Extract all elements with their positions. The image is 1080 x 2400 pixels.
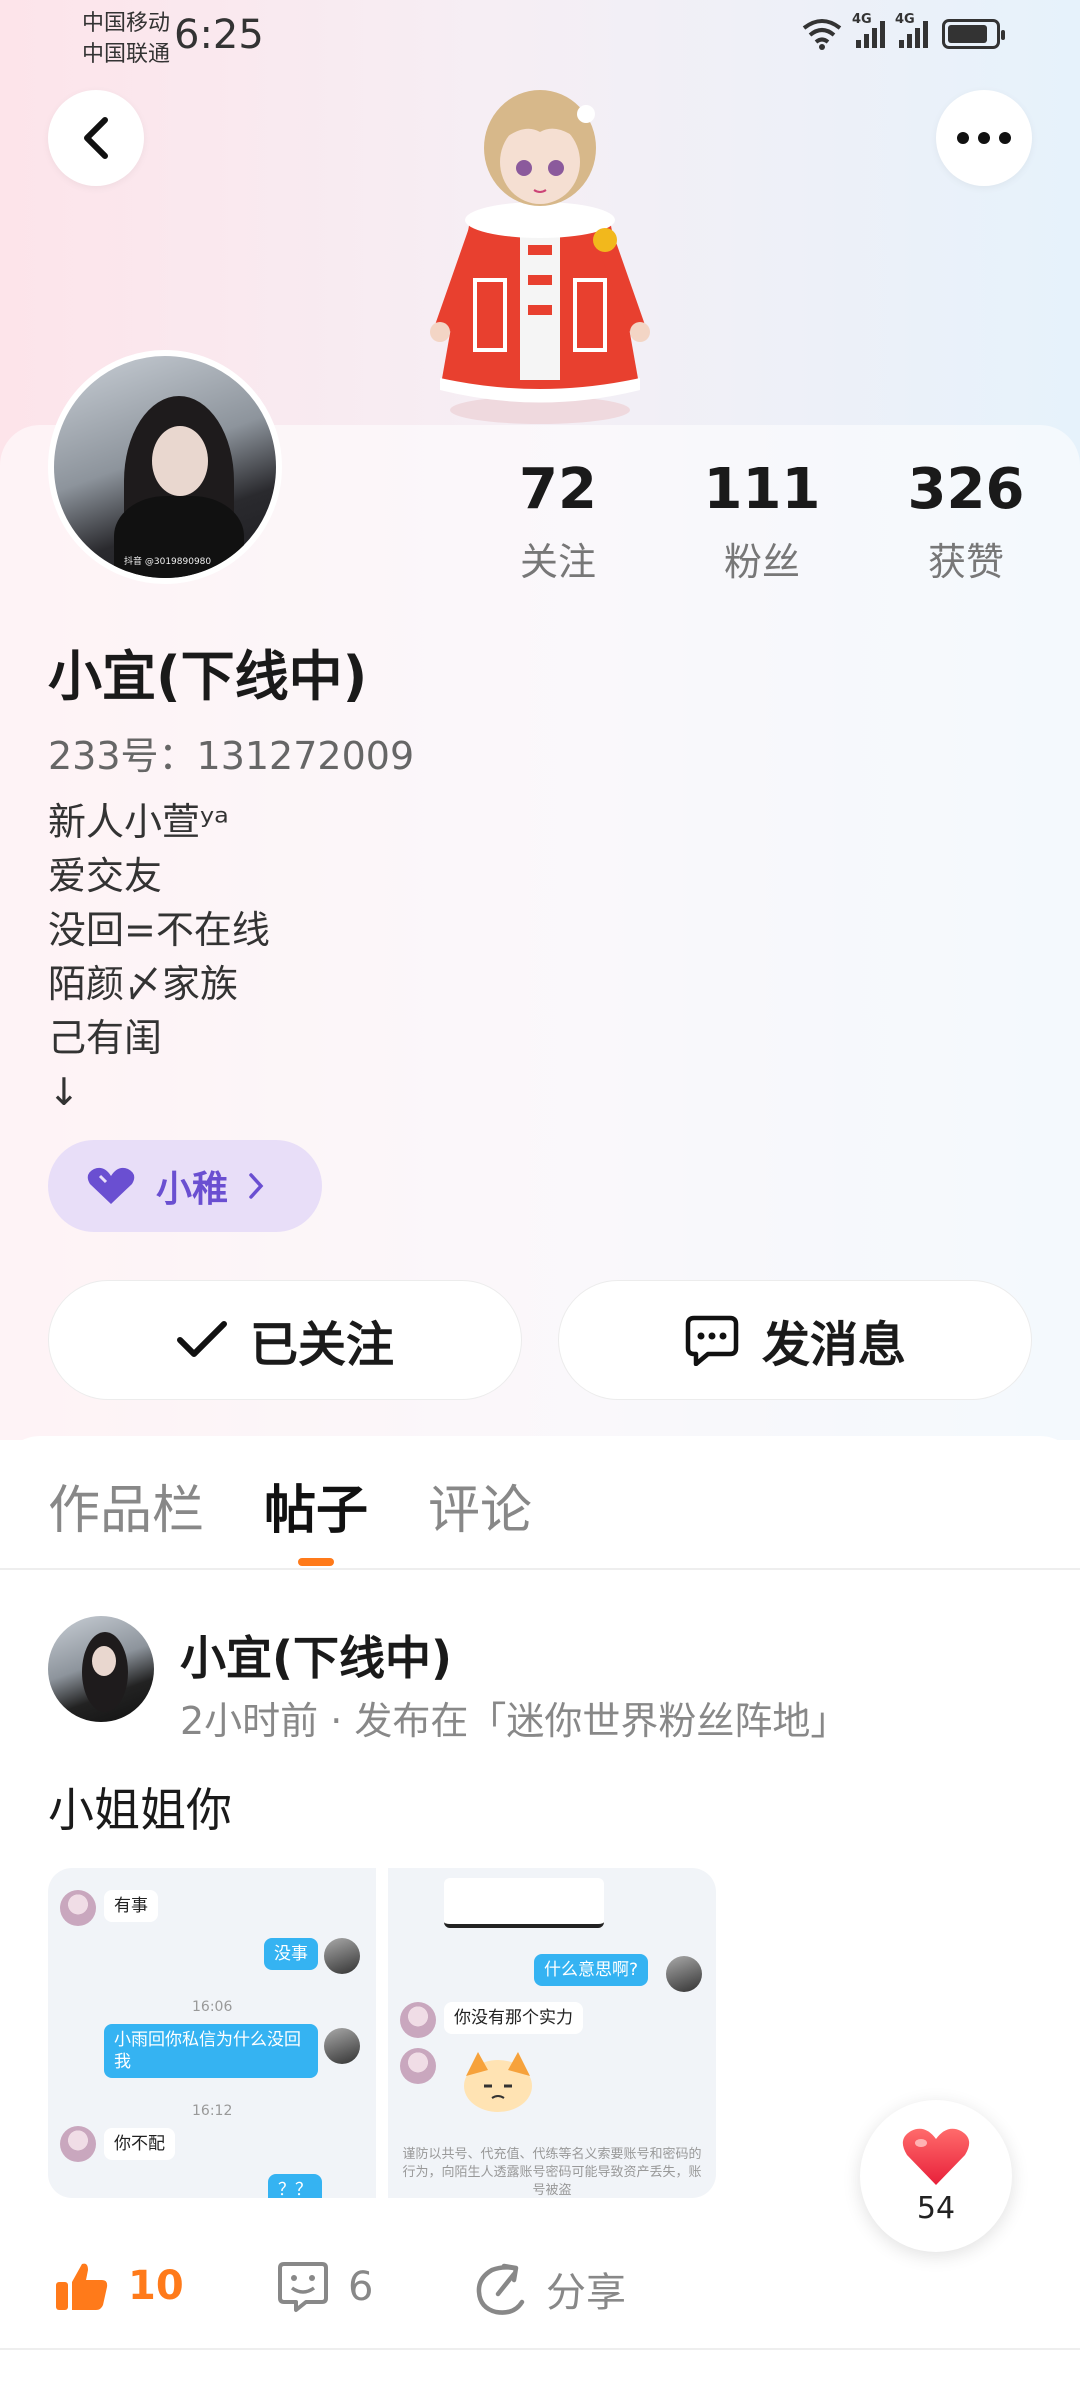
post-actions: 10 6 分享 xyxy=(0,2242,1080,2342)
floating-like-button[interactable]: 54 xyxy=(860,2100,1012,2252)
relationship-tag[interactable]: 小稚 xyxy=(48,1140,322,1232)
character-avatar-image[interactable] xyxy=(400,70,680,430)
followed-button[interactable]: 已关注 xyxy=(48,1280,522,1400)
tab-works[interactable]: 作品栏 xyxy=(48,1468,204,1543)
share-button[interactable]: 分享 xyxy=(474,2260,626,2318)
thumbs-up-icon xyxy=(56,2263,108,2310)
profile-uid: 233号：131272009 xyxy=(48,734,415,778)
stat-likes[interactable]: 326 获赞 xyxy=(886,455,1046,586)
like-button[interactable]: 10 xyxy=(54,2260,184,2312)
like-count: 10 xyxy=(128,2263,184,2309)
stat-following[interactable]: 72 关注 xyxy=(478,455,638,586)
content-tabs: 作品栏 帖子 评论 xyxy=(0,1436,1080,1570)
chat-msg: 什么意思啊? xyxy=(534,1954,649,1986)
tab-posts[interactable]: 帖子 xyxy=(264,1468,368,1543)
sticker-image xyxy=(464,2052,532,2112)
chat-time: 16:12 xyxy=(192,2103,233,2119)
carrier-1: 中国移动 xyxy=(82,11,171,36)
post-author-avatar[interactable] xyxy=(48,1616,154,1722)
heart-icon xyxy=(87,1167,135,1204)
post-author-name[interactable]: 小宜(下线中) xyxy=(180,1622,452,1688)
heart-icon xyxy=(902,2128,970,2185)
chevron-left-icon xyxy=(84,117,108,159)
relationship-tag-label: 小稚 xyxy=(156,1169,229,1210)
chat-msg: 你没有那个实力 xyxy=(444,2002,583,2034)
following-label: 关注 xyxy=(519,540,596,584)
chat-msg: 小雨回你私信为什么没回我 xyxy=(104,2024,318,2078)
post-image-2[interactable]: 什么意思啊? 你没有那个实力 谨防以共号、代充值、代练等名义索要账号和密码的行为… xyxy=(388,1868,716,2198)
more-button[interactable] xyxy=(936,90,1032,186)
following-count: 72 xyxy=(519,457,597,522)
chat-msg: 有事 xyxy=(104,1890,158,1922)
tab-comments[interactable]: 评论 xyxy=(428,1468,532,1543)
followers-count: 111 xyxy=(703,457,821,522)
send-message-label: 发消息 xyxy=(761,1317,906,1373)
status-bar: 中国移动 中国联通 6:25 4G 4G xyxy=(0,0,1080,80)
avatar-watermark: 抖音 @3019890980 xyxy=(124,557,212,567)
post-image-1[interactable]: 有事 没事 16:06 小雨回你私信为什么没回我 16:12 你不配 ？？ xyxy=(48,1868,376,2198)
post-image-grid: 有事 没事 16:06 小雨回你私信为什么没回我 16:12 你不配 ？？ 什么… xyxy=(48,1868,716,2198)
send-message-button[interactable]: 发消息 xyxy=(558,1280,1032,1400)
post-divider xyxy=(0,2348,1080,2350)
stat-followers[interactable]: 111 粉丝 xyxy=(682,455,842,586)
active-tab-indicator xyxy=(298,1558,334,1566)
post-text[interactable]: 小姐姐你 xyxy=(48,1774,232,1840)
profile-avatar[interactable]: 抖音 @3019890980 xyxy=(48,350,282,584)
status-icons: 4G 4G xyxy=(802,12,1005,50)
chat-msg: 你不配 xyxy=(104,2128,175,2160)
chat-time: 16:06 xyxy=(192,1999,233,2015)
battery-icon xyxy=(942,19,1005,49)
chat-msg: 没事 xyxy=(264,1938,318,1970)
wifi-icon xyxy=(802,19,842,50)
profile-nickname: 小宜(下线中) xyxy=(48,645,368,708)
status-time: 6:25 xyxy=(174,12,264,58)
likes-received-count: 326 xyxy=(907,457,1025,522)
comment-icon xyxy=(278,2262,328,2312)
chat-bubble-icon xyxy=(685,1315,739,1366)
signal-icon-2: 4G xyxy=(895,12,928,48)
checkmark-icon xyxy=(176,1321,227,1357)
carrier-info: 中国移动 中国联通 xyxy=(82,8,170,70)
chat-notice: 谨防以共号、代充值、代练等名义索要账号和密码的行为，向陌生人透露账号密码可能导致… xyxy=(402,2147,702,2198)
profile-bio: 新人小萱ʸᵃ 爱交友 没回=不在线 陌颜〆家族 己有闺 ↓ xyxy=(48,800,270,1114)
carrier-2: 中国联通 xyxy=(82,42,171,67)
followed-button-label: 已关注 xyxy=(249,1317,394,1373)
share-label: 分享 xyxy=(546,2270,626,2316)
floating-like-count: 54 xyxy=(916,2190,956,2226)
followers-label: 粉丝 xyxy=(723,540,800,584)
chevron-right-icon xyxy=(249,1173,264,1199)
comment-button[interactable]: 6 xyxy=(276,2260,373,2314)
content-section: 作品栏 帖子 评论 小宜(下线中) 2小时前 · 发布在「迷你世界粉丝阵地」 小… xyxy=(0,1436,1080,2400)
back-button[interactable] xyxy=(48,90,144,186)
comment-count: 6 xyxy=(348,2264,374,2310)
signal-icon-1: 4G xyxy=(852,12,885,48)
post-meta: 2小时前 · 发布在「迷你世界粉丝阵地」 xyxy=(180,1699,849,1743)
likes-received-label: 获赞 xyxy=(927,540,1004,584)
share-icon xyxy=(476,2263,525,2315)
more-horizontal-icon xyxy=(957,132,1011,144)
chat-msg: ？？ xyxy=(268,2174,322,2198)
